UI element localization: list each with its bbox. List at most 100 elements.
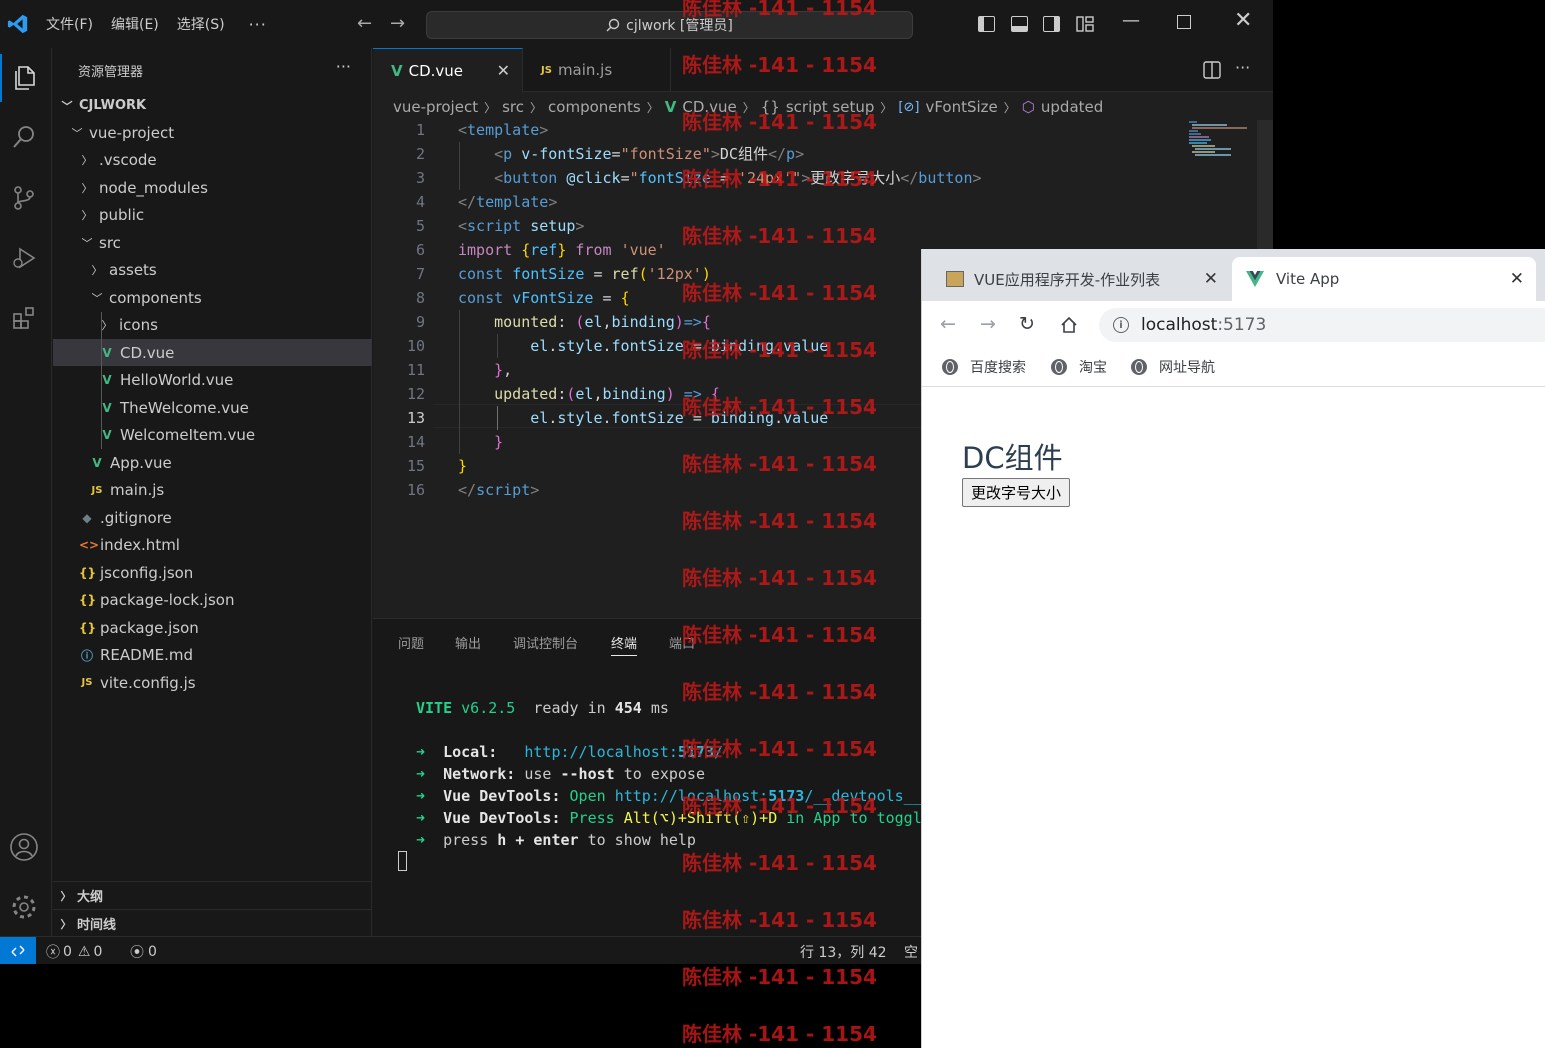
code-line: <script setup> (458, 217, 585, 235)
breadcrumb-item[interactable]: vue-project (393, 98, 478, 116)
source-control-icon[interactable] (0, 174, 48, 222)
error-icon: ⓧ (46, 945, 60, 961)
forward-arrow-icon[interactable]: → (390, 13, 405, 34)
tree-item[interactable]: ﹀ vue-project (53, 119, 372, 146)
tree-item[interactable]: 〉 .vscode (53, 147, 372, 174)
git-file-icon: ◆ (82, 510, 92, 525)
tree-item-label: README.md (100, 646, 194, 664)
remote-indicator-icon[interactable] (0, 937, 36, 964)
terminal-line: VITE v6.2.5 ready in 454 ms (416, 699, 669, 717)
bookmark-nav[interactable]: 网址导航 (1131, 357, 1215, 377)
menu-edit[interactable]: 编辑(E) (111, 14, 159, 34)
close-tab-icon[interactable]: ✕ (497, 61, 510, 80)
minimap[interactable] (1187, 120, 1257, 160)
terminal-line: ➜ press h + enter to show help (416, 831, 696, 849)
split-editor-icon[interactable] (1203, 61, 1221, 79)
tree-item-label: CD.vue (120, 343, 175, 362)
tree-item[interactable]: {} package-lock.json (53, 587, 372, 614)
tree-item[interactable]: {} jsconfig.json (53, 559, 372, 586)
line-number: 3 (415, 169, 425, 187)
chevron-down-icon: ﹀ (81, 236, 93, 250)
explorer-more-button[interactable]: ··· (336, 57, 351, 76)
timeline-label: 时间线 (77, 918, 117, 933)
toggle-panel-icon[interactable] (1011, 16, 1028, 32)
customize-layout-icon[interactable] (1076, 16, 1094, 32)
breadcrumb-item[interactable]: src (502, 98, 524, 116)
maximize-icon[interactable] (1177, 15, 1191, 29)
breadcrumb-item[interactable]: vFontSize (925, 98, 997, 116)
tree-item[interactable]: ﹀ components (53, 284, 372, 311)
code-line: import {ref} from 'vue' (458, 241, 666, 259)
terminal-line: ➜ Network: use --host to expose (416, 765, 705, 783)
toggle-sidebar-icon[interactable] (978, 16, 995, 32)
indentation-status[interactable]: 空 (904, 942, 918, 962)
tree-item[interactable]: {} package.json (53, 614, 372, 641)
watermark-text: 陈佳林 -141 - 1154 (682, 0, 877, 20)
tree-item[interactable]: <> index.html (53, 532, 372, 559)
cursor-position[interactable]: 行 13，列 42 (800, 942, 887, 962)
tree-item[interactable]: ⓘ README.md (53, 642, 372, 669)
broadcast-icon: ⦿ (130, 945, 144, 961)
close-tab-icon[interactable]: ✕ (1204, 269, 1218, 289)
breadcrumb-item[interactable]: components (548, 98, 641, 116)
browser-tab-homework[interactable]: VUE应用程序开发-作业列表 ✕ (932, 257, 1230, 301)
tree-item[interactable]: 〉 node_modules (53, 174, 372, 201)
editor-more-icon[interactable]: ··· (1235, 58, 1250, 77)
tab-terminal[interactable]: 终端 (611, 633, 638, 656)
outline-section[interactable]: 〉 大纲 (53, 881, 372, 909)
minimize-icon[interactable]: — (1122, 10, 1140, 31)
workspace-root[interactable]: ﹀ CJLWORK (53, 92, 372, 119)
tree-item[interactable]: ﹀ src (53, 229, 372, 256)
tree-item[interactable]: V App.vue (53, 449, 372, 476)
back-arrow-icon[interactable]: ← (357, 13, 372, 34)
chevron-right-icon: 〉 (880, 100, 893, 115)
problems-status[interactable]: ⓧ 0 ⚠ 0 (46, 942, 102, 962)
tree-item-label: App.vue (110, 453, 172, 472)
js-file-icon: JS (81, 677, 93, 688)
ports-status[interactable]: ⦿ 0 (130, 942, 157, 962)
tab-debug-console[interactable]: 调试控制台 (513, 633, 578, 652)
chevron-down-icon: ﹀ (71, 126, 83, 140)
tab-output[interactable]: 输出 (455, 633, 481, 652)
watermark-text: 陈佳林 -141 - 1154 (682, 965, 877, 989)
bookmark-baidu[interactable]: 百度搜索 (942, 357, 1026, 377)
title-bar: 文件(F) 编辑(E) 选择(S) ··· ← → cjlwork [管理员] … (0, 0, 1273, 48)
run-debug-icon[interactable] (0, 234, 48, 282)
back-arrow-icon[interactable]: ← (940, 313, 956, 335)
timeline-section[interactable]: 〉 时间线 (53, 909, 372, 937)
menu-selection[interactable]: 选择(S) (177, 14, 225, 34)
tree-item-label: public (99, 206, 145, 224)
tab-problems[interactable]: 问题 (398, 633, 424, 652)
tree-item[interactable]: 〉 assets (53, 257, 372, 284)
forward-arrow-icon[interactable]: → (980, 313, 996, 335)
address-bar[interactable]: i localhost:5173 (1099, 308, 1545, 342)
tree-item[interactable]: 〉 public (53, 202, 372, 229)
tree-item[interactable]: JS main.js (53, 477, 372, 504)
settings-gear-icon[interactable] (0, 883, 48, 931)
tree-item[interactable]: JS vite.config.js (53, 669, 372, 696)
line-number: 8 (415, 289, 425, 307)
code-line: } (494, 433, 504, 451)
bookmark-taobao[interactable]: 淘宝 (1051, 357, 1107, 377)
globe-icon (1131, 359, 1147, 375)
accounts-icon[interactable] (0, 823, 48, 871)
chevron-right-icon: 〉 (81, 154, 93, 167)
search-icon[interactable] (0, 113, 48, 161)
bookmarks-bar: 百度搜索 淘宝 网址导航 (922, 349, 1545, 387)
tab-cd-vue[interactable]: V CD.vue ✕ (373, 48, 523, 92)
tree-item[interactable]: ◆ .gitignore (53, 504, 372, 531)
reload-icon[interactable]: ↻ (1019, 313, 1035, 335)
close-window-icon[interactable]: ✕ (1234, 8, 1252, 33)
menu-file[interactable]: 文件(F) (46, 14, 93, 34)
extensions-icon[interactable] (0, 294, 48, 342)
browser-tab-vite-app[interactable]: Vite App ✕ (1232, 257, 1536, 301)
change-font-size-button[interactable]: 更改字号大小 (962, 478, 1071, 507)
explorer-icon[interactable] (0, 54, 48, 102)
menu-more-button[interactable]: ··· (249, 15, 267, 34)
toggle-secondary-sidebar-icon[interactable] (1043, 16, 1060, 32)
info-icon[interactable]: i (1113, 317, 1129, 333)
close-tab-icon[interactable]: ✕ (1510, 269, 1524, 289)
tab-main-js[interactable]: JS main.js (523, 48, 671, 92)
home-icon[interactable] (1060, 316, 1078, 334)
breadcrumb-item[interactable]: updated (1041, 98, 1103, 116)
